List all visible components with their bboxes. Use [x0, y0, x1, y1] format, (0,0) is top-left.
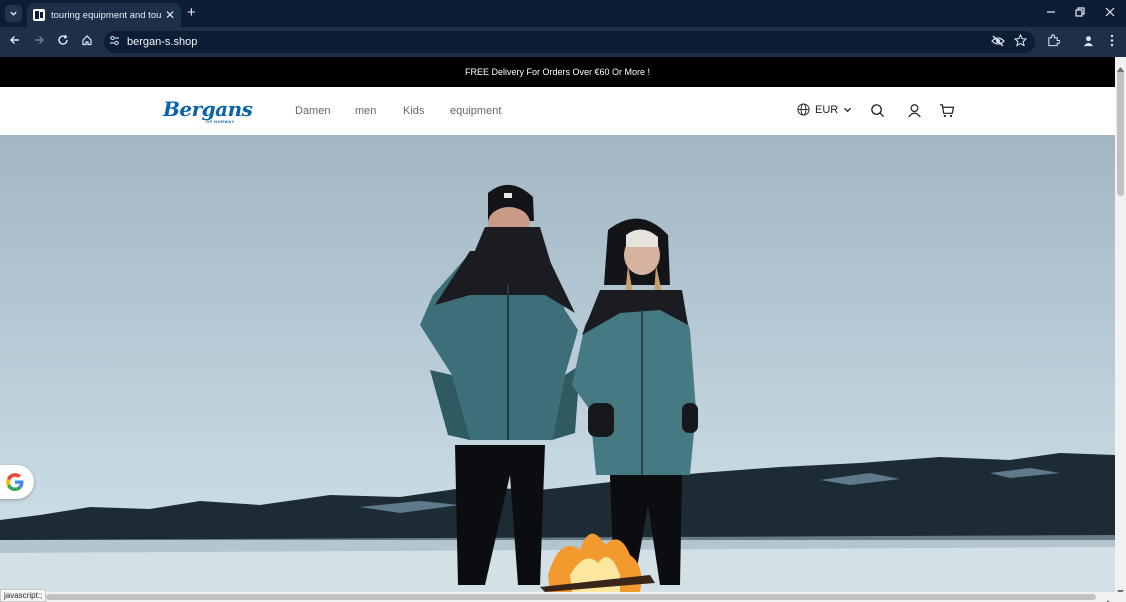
url-text[interactable]: bergan-s.shop	[127, 35, 197, 49]
logo-subtext: OF NORWAY	[206, 119, 235, 124]
brand-logo[interactable]: Bergans OF NORWAY	[163, 97, 253, 125]
reload-icon[interactable]	[55, 34, 71, 50]
nav-item-kids[interactable]: Kids	[403, 105, 424, 117]
eye-off-icon[interactable]	[990, 34, 1006, 50]
extensions-icon[interactable]	[1045, 34, 1061, 50]
nav-item-equipment[interactable]: equipment	[450, 105, 501, 117]
search-icon[interactable]	[870, 103, 886, 119]
menu-dots-icon[interactable]	[1104, 34, 1120, 50]
status-bar-url: javascript:;	[0, 589, 47, 602]
favicon-icon	[33, 9, 45, 21]
tab-strip: touring equipment and touring ✕ +	[0, 0, 1126, 27]
horizontal-scrollbar-thumb[interactable]	[46, 594, 1096, 600]
back-icon[interactable]	[7, 34, 23, 50]
google-badge-button[interactable]	[0, 465, 34, 499]
tab-search-icon[interactable]	[5, 5, 22, 22]
scroll-up-arrow-icon[interactable]	[1117, 59, 1124, 77]
new-tab-icon[interactable]: +	[187, 5, 196, 21]
browser-tab-active[interactable]: touring equipment and touring ✕	[27, 3, 181, 27]
scroll-right-arrow-icon[interactable]	[1107, 594, 1112, 602]
restore-icon[interactable]	[1075, 6, 1085, 20]
globe-icon	[797, 103, 810, 116]
announcement-bar: FREE Delivery For Orders Over €60 Or Mor…	[0, 57, 1115, 87]
forward-icon[interactable]	[31, 34, 47, 50]
window-close-icon[interactable]	[1105, 6, 1115, 20]
currency-selector[interactable]: EUR	[797, 103, 852, 116]
cart-icon[interactable]	[939, 103, 955, 119]
google-g-icon	[6, 473, 24, 491]
chevron-down-icon	[844, 107, 852, 113]
vertical-scrollbar-thumb[interactable]	[1117, 68, 1124, 196]
site-header: Bergans OF NORWAY Damen men Kids equipme…	[0, 87, 1115, 135]
nav-item-damen[interactable]: Damen	[295, 105, 330, 117]
close-icon[interactable]: ✕	[165, 8, 175, 22]
account-icon[interactable]	[907, 103, 923, 119]
nav-item-men[interactable]: men	[355, 105, 376, 117]
currency-label: EUR	[815, 103, 839, 116]
profile-icon[interactable]	[1080, 34, 1096, 50]
address-bar[interactable]	[104, 31, 1035, 53]
tab-title: touring equipment and touring	[51, 9, 161, 21]
site-settings-icon[interactable]	[109, 35, 120, 49]
logo-wordmark: Bergans	[163, 97, 253, 121]
hero-banner-image[interactable]	[0, 135, 1115, 592]
home-icon[interactable]	[79, 34, 95, 50]
star-icon[interactable]	[1012, 33, 1028, 50]
web-page: FREE Delivery For Orders Over €60 Or Mor…	[0, 57, 1115, 592]
minimize-icon[interactable]	[1046, 6, 1056, 20]
